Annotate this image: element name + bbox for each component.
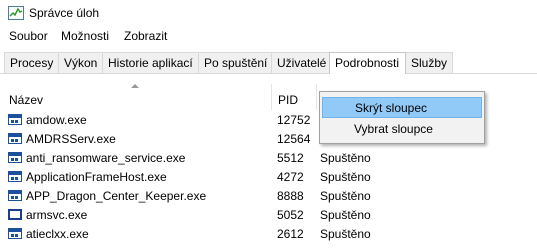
column-header-pid[interactable]: PID	[278, 93, 298, 107]
tab-vykon[interactable]: Výkon	[58, 52, 103, 73]
tab-uzivatele[interactable]: Uživatelé	[271, 52, 330, 73]
menu-soubor[interactable]: Soubor	[9, 29, 48, 43]
process-pid: 5512	[277, 151, 304, 165]
process-status: Spuštěno	[320, 151, 371, 165]
table-row[interactable]: atieclxx.exe 2612 Spuštěno	[0, 225, 537, 244]
sort-ascending-icon	[131, 84, 139, 88]
tab-procesy[interactable]: Procesy	[4, 52, 59, 73]
column-header-name[interactable]: Název	[9, 93, 43, 107]
tab-podrobnosti[interactable]: Podrobnosti	[329, 52, 406, 74]
app-window-icon	[8, 190, 22, 201]
table-row[interactable]: armsvc.exe 5052 Spuštěno	[0, 206, 537, 225]
process-status: Spuštěno	[320, 227, 371, 241]
menu-zobrazit[interactable]: Zobrazit	[124, 29, 167, 43]
process-status: Spuštěno	[320, 170, 371, 184]
tab-sluzby[interactable]: Služby	[405, 52, 453, 73]
process-pid: 12752	[277, 113, 311, 127]
process-pid: 4272	[277, 170, 304, 184]
table-row[interactable]: APP_Dragon_Center_Keeper.exe 8888 Spuště…	[0, 187, 537, 206]
generic-window-icon	[8, 209, 22, 220]
menu-item-hide-column[interactable]: Skrýt sloupec	[322, 97, 482, 118]
process-name: armsvc.exe	[26, 208, 88, 222]
menu-item-select-columns[interactable]: Vybrat sloupce	[322, 119, 482, 140]
app-window-icon	[8, 152, 22, 163]
tab-historie-aplikaci[interactable]: Historie aplikací	[102, 52, 199, 73]
column-separator[interactable]	[316, 84, 317, 110]
table-row[interactable]: ApplicationFrameHost.exe 4272 Spuštěno	[0, 168, 537, 187]
process-name: amdow.exe	[26, 113, 87, 127]
tab-po-spusteni[interactable]: Po spuštění	[198, 52, 272, 73]
app-window-icon	[8, 133, 22, 144]
app-window-icon	[8, 228, 22, 239]
window-title: Správce úloh	[29, 6, 100, 20]
process-pid: 12564	[277, 132, 311, 146]
process-name: APP_Dragon_Center_Keeper.exe	[26, 189, 207, 203]
process-name: AMDRSServ.exe	[26, 132, 116, 146]
process-pid: 2612	[277, 227, 304, 241]
process-status: Spuštěno	[320, 189, 371, 203]
task-manager-icon	[8, 6, 24, 20]
process-name: ApplicationFrameHost.exe	[26, 170, 167, 184]
title-bar: Správce úloh	[0, 0, 537, 26]
process-status: Spuštěno	[320, 208, 371, 222]
process-name: anti_ransomware_service.exe	[26, 151, 186, 165]
menu-moznosti[interactable]: Možnosti	[61, 29, 109, 43]
table-row[interactable]: anti_ransomware_service.exe 5512 Spuštěn…	[0, 149, 537, 168]
process-name: atieclxx.exe	[26, 227, 89, 241]
process-pid: 5052	[277, 208, 304, 222]
app-window-icon	[8, 114, 22, 125]
column-context-menu: Skrýt sloupec Vybrat sloupce	[319, 91, 485, 144]
column-separator[interactable]	[271, 84, 272, 110]
process-pid: 8888	[277, 189, 304, 203]
app-window-icon	[8, 171, 22, 182]
tab-bar: Procesy Výkon Historie aplikací Po spušt…	[0, 52, 537, 74]
